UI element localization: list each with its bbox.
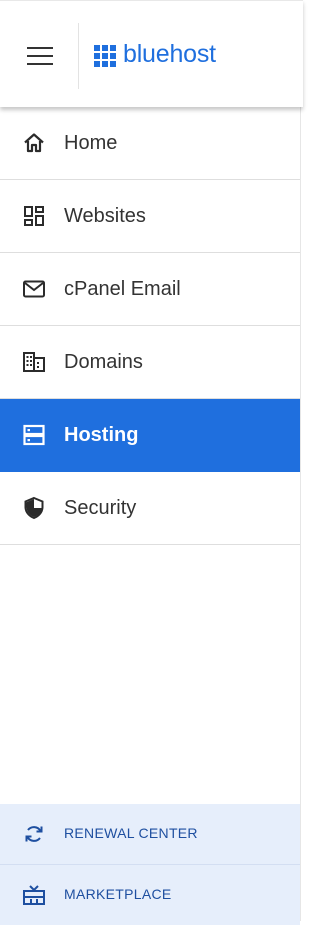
renewal-center-label: RENEWAL CENTER [64, 825, 198, 841]
refresh-icon [25, 826, 43, 842]
nav-label-domains: Domains [64, 350, 143, 373]
main-nav: Home Websites cPanel Email Domains Hosti… [0, 107, 300, 545]
nav-label-cpanel-email: cPanel Email [64, 277, 181, 300]
nav-item-domains[interactable]: Domains [0, 326, 300, 399]
marketplace-gift-icon [23, 885, 45, 905]
header-divider [78, 23, 79, 89]
bluehost-grid-logo-icon [94, 45, 116, 67]
sidebar: bluehost Home Websites cPanel Email Doma… [0, 0, 303, 925]
envelope-icon [23, 280, 45, 298]
nav-item-hosting[interactable]: Hosting [0, 399, 300, 472]
nav-label-security: Security [64, 496, 137, 519]
logo-text: bluehost [123, 40, 216, 68]
hamburger-icon[interactable] [27, 46, 53, 66]
renewal-center-link[interactable]: RENEWAL CENTER [0, 804, 300, 865]
marketplace-link[interactable]: MARKETPLACE [0, 865, 300, 925]
shield-icon [24, 496, 44, 520]
marketplace-label: MARKETPLACE [64, 886, 172, 902]
websites-dashboard-icon [24, 206, 44, 226]
nav-item-security[interactable]: Security [0, 472, 300, 545]
server-icon [23, 424, 45, 446]
nav-label-home: Home [64, 131, 118, 154]
header-bar: bluehost [0, 0, 303, 107]
nav-label-websites: Websites [64, 204, 146, 227]
nav-item-cpanel-email[interactable]: cPanel Email [0, 253, 300, 326]
nav-item-home[interactable]: Home [0, 107, 300, 180]
nav-label-hosting: Hosting [64, 423, 139, 446]
building-icon [23, 352, 45, 372]
nav-item-websites[interactable]: Websites [0, 180, 300, 253]
bluehost-logo[interactable]: bluehost [94, 40, 216, 71]
home-icon [24, 133, 44, 153]
